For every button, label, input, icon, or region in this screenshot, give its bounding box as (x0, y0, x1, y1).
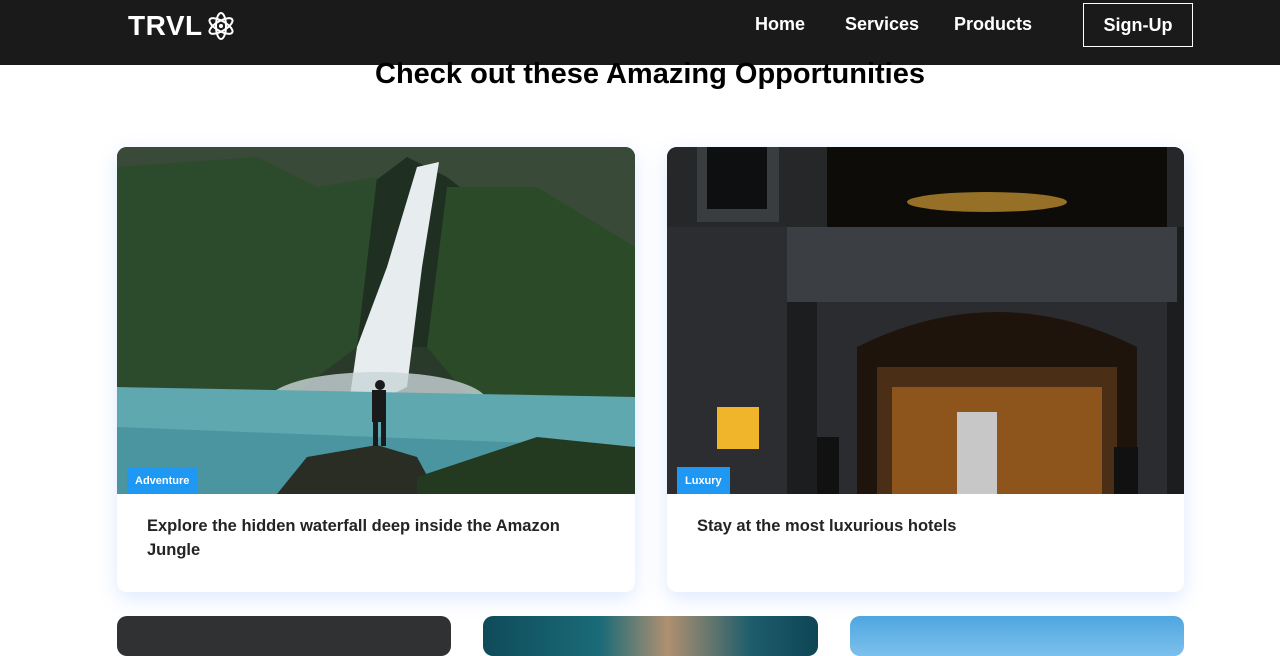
brand-logo[interactable]: TRVL (128, 7, 237, 45)
category-badge: Luxury (677, 467, 730, 494)
card-adventure[interactable]: Adventure Explore the hidden waterfall d… (117, 147, 635, 592)
waterfall-image (117, 147, 635, 494)
brand-name: TRVL (128, 10, 203, 41)
signup-button[interactable]: Sign-Up (1083, 3, 1193, 47)
card-preview-dark[interactable] (117, 616, 451, 656)
category-badge: Adventure (127, 467, 198, 494)
nav-products-link[interactable]: Products (954, 14, 1032, 35)
card-preview-coast[interactable] (483, 616, 818, 656)
card-title[interactable]: Stay at the most luxurious hotels (697, 514, 1147, 538)
nav-home-link[interactable]: Home (755, 14, 805, 35)
nav-services-link[interactable]: Services (845, 14, 919, 35)
hotel-image (667, 147, 1184, 494)
card-title[interactable]: Explore the hidden waterfall deep inside… (147, 514, 597, 562)
atom-icon (208, 12, 234, 40)
card-luxury[interactable]: Luxury Stay at the most luxurious hotels (667, 147, 1184, 592)
card-preview-sky[interactable] (850, 616, 1184, 656)
navbar: TRVL Home Services Products Sign-Up (0, 0, 1280, 65)
section-heading: Check out these Amazing Opportunities (375, 58, 925, 90)
